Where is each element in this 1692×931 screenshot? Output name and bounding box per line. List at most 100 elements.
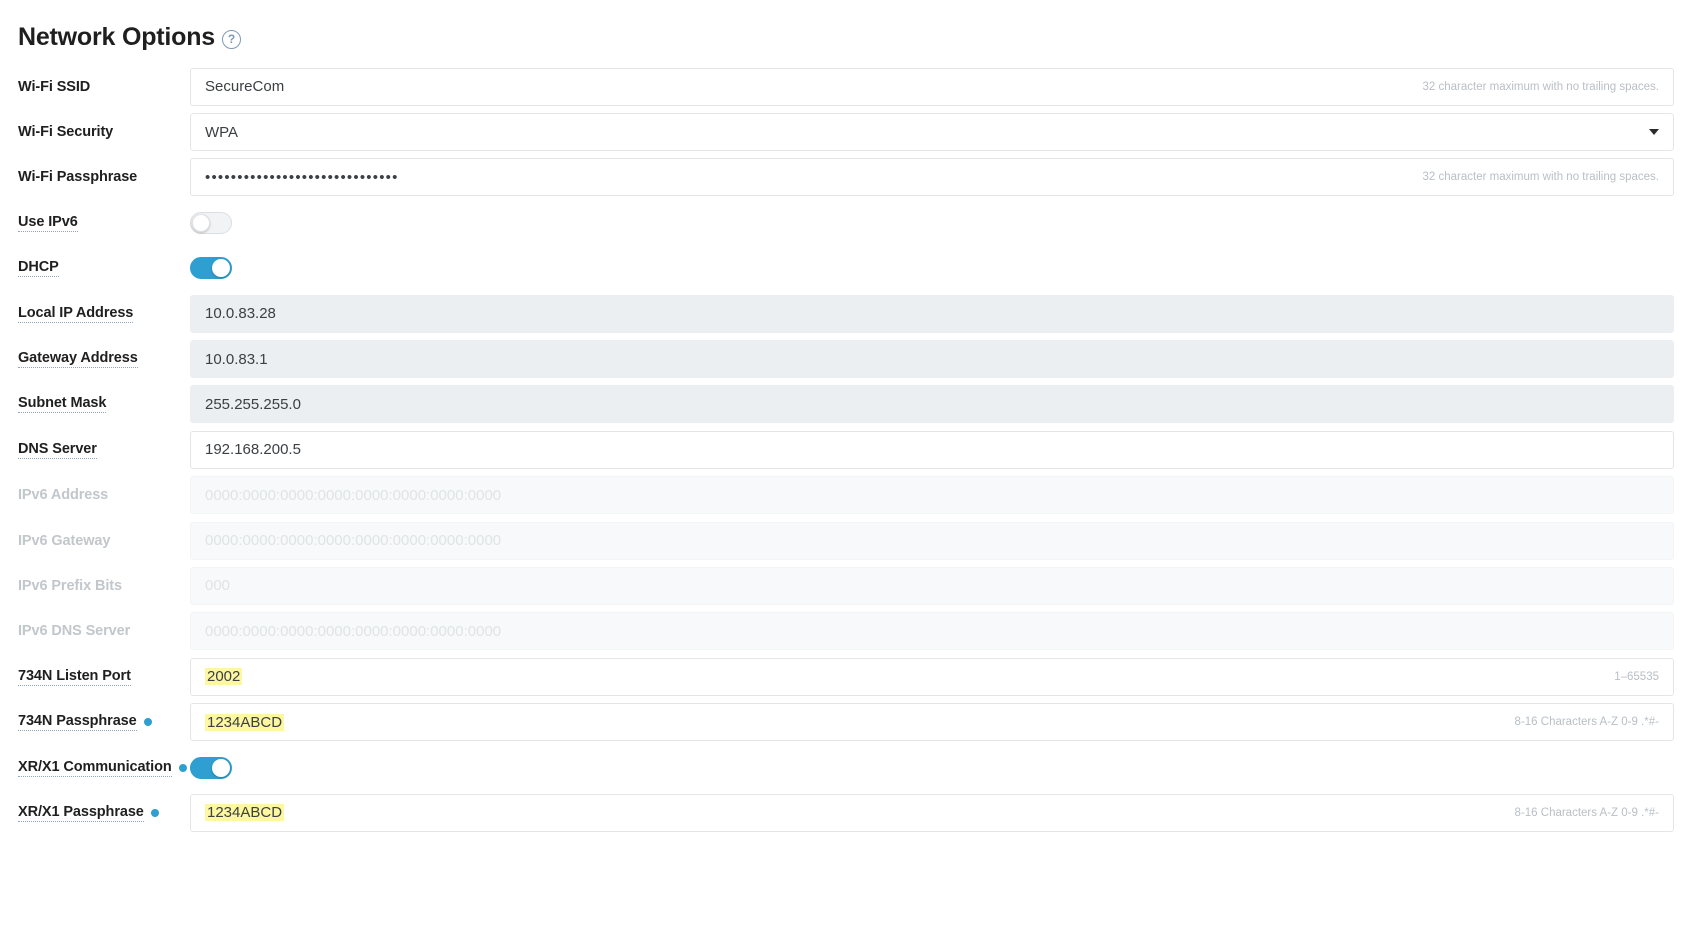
- blue-dot-icon: [143, 718, 152, 727]
- field-label-wi-fi-security: Wi-Fi Security: [18, 124, 190, 140]
- label-text[interactable]: 734N Passphrase: [18, 713, 137, 732]
- input-dns-server[interactable]: 192.168.200.5: [190, 430, 1674, 469]
- field-label-wi-fi-passphrase: Wi-Fi Passphrase: [18, 169, 190, 185]
- field-control-wi-fi-security: WPA: [190, 113, 1674, 152]
- label-text[interactable]: XR/X1 Passphrase: [18, 804, 144, 822]
- field-value: ••••••••••••••••••••••••••••••: [205, 168, 399, 186]
- input-local-ip-address: 10.0.83.28: [190, 294, 1674, 333]
- toggle-use-ipv6[interactable]: [190, 211, 232, 234]
- network-options-form: Wi-Fi SSID SecureCom 32 character maximum …: [0, 56, 1692, 836]
- label-text[interactable]: Use IPv6: [18, 214, 78, 232]
- field-placeholder: 0000:0000:0000:0000:0000:0000:0000:0000: [205, 486, 502, 504]
- form-row-ipv6-gateway: IPv6 Gateway 0000:0000:0000:0000:0000:000…: [18, 518, 1674, 563]
- field-placeholder: 000: [205, 577, 231, 595]
- field-placeholder: 0000:0000:0000:0000:0000:0000:0000:0000: [205, 622, 502, 640]
- field-label-ipv6-dns-server: IPv6 DNS Server: [18, 623, 190, 639]
- field-placeholder: 0000:0000:0000:0000:0000:0000:0000:0000: [205, 532, 502, 550]
- field-label-gateway-address: Gateway Address: [18, 350, 190, 369]
- label-text: IPv6 Prefix Bits: [18, 577, 122, 594]
- select-wi-fi-security[interactable]: WPA: [190, 113, 1674, 152]
- input-wi-fi-passphrase[interactable]: •••••••••••••••••••••••••••••• 32 charact…: [190, 158, 1674, 197]
- field-value: 192.168.200.5: [205, 441, 301, 459]
- field-value: 2002: [205, 668, 1602, 686]
- field-label-use-ipv6: Use IPv6: [18, 214, 190, 232]
- label-text[interactable]: 734N Listen Port: [18, 668, 131, 686]
- highlighted-value: 1234ABCD: [205, 713, 285, 731]
- form-row-dhcp: DHCP: [18, 246, 1674, 291]
- label-text[interactable]: Gateway Address: [18, 350, 138, 369]
- field-label-ipv6-prefix-bits: IPv6 Prefix Bits: [18, 578, 190, 594]
- form-row-wi-fi-passphrase: Wi-Fi Passphrase ••••••••••••••••••••••••…: [18, 155, 1674, 200]
- field-control-ipv6-prefix-bits: 000: [190, 566, 1674, 605]
- field-label-xr-x1-communication: XR/X1 Communication: [18, 759, 190, 777]
- input-734n-passphrase[interactable]: 1234ABCD 8-16 Characters A-Z 0-9 .*#-: [190, 703, 1674, 742]
- field-value: 1234ABCD: [205, 713, 1503, 731]
- field-control-xr-x1-communication: [190, 756, 1674, 779]
- form-row-subnet-mask: Subnet Mask 255.255.255.0: [18, 382, 1674, 427]
- field-control-wi-fi-ssid: SecureCom 32 character maximum with no tr…: [190, 67, 1674, 106]
- form-row-gateway-address: Gateway Address 10.0.83.1: [18, 336, 1674, 381]
- form-row-local-ip-address: Local IP Address 10.0.83.28: [18, 291, 1674, 336]
- input-ipv6-gateway: 0000:0000:0000:0000:0000:0000:0000:0000: [190, 521, 1674, 560]
- label-text: Wi-Fi Passphrase: [18, 169, 138, 186]
- field-hint: 8-16 Characters A-Z 0-9 .*#-: [1514, 806, 1659, 819]
- form-row-dns-server: DNS Server 192.168.200.5: [18, 427, 1674, 472]
- field-control-dns-server: 192.168.200.5: [190, 430, 1674, 469]
- field-label-ipv6-address: IPv6 Address: [18, 487, 190, 503]
- label-text: IPv6 Gateway: [18, 532, 111, 549]
- field-control-734n-listen-port: 2002 1–65535: [190, 657, 1674, 696]
- label-text: IPv6 Address: [18, 487, 109, 504]
- toggle-knob: [212, 259, 230, 278]
- toggle-xr-x1-communication[interactable]: [190, 756, 232, 779]
- form-row-734n-passphrase: 734N Passphrase 1234ABCD 8-16 Characters A…: [18, 699, 1674, 744]
- input-wi-fi-ssid[interactable]: SecureCom 32 character maximum with no tr…: [190, 67, 1674, 106]
- field-value: 10.0.83.1: [205, 350, 268, 368]
- field-label-dhcp: DHCP: [18, 259, 190, 278]
- field-control-dhcp: [190, 257, 1674, 280]
- label-text[interactable]: Subnet Mask: [18, 395, 106, 414]
- toggle-knob: [212, 758, 230, 777]
- field-label-xr-x1-passphrase: XR/X1 Passphrase: [18, 804, 190, 822]
- field-hint: 8-16 Characters A-Z 0-9 .*#-: [1514, 716, 1659, 729]
- label-text: Wi-Fi Security: [18, 124, 114, 141]
- label-text[interactable]: DNS Server: [18, 441, 97, 459]
- label-text: Wi-Fi SSID: [18, 78, 91, 95]
- field-control-use-ipv6: [190, 211, 1674, 234]
- label-text[interactable]: XR/X1 Communication: [18, 759, 172, 777]
- label-text[interactable]: DHCP: [18, 259, 59, 278]
- field-hint: 32 character maximum with no trailing sp…: [1422, 80, 1660, 93]
- field-label-734n-passphrase: 734N Passphrase: [18, 713, 190, 732]
- field-control-ipv6-gateway: 0000:0000:0000:0000:0000:0000:0000:0000: [190, 521, 1674, 560]
- field-value: SecureCom: [205, 78, 285, 96]
- help-circle-icon[interactable]: ?: [222, 29, 242, 49]
- input-ipv6-address: 0000:0000:0000:0000:0000:0000:0000:0000: [190, 476, 1674, 515]
- input-xr-x1-passphrase[interactable]: 1234ABCD 8-16 Characters A-Z 0-9 .*#-: [190, 793, 1674, 832]
- form-row-use-ipv6: Use IPv6: [18, 200, 1674, 245]
- input-ipv6-prefix-bits: 000: [190, 566, 1674, 605]
- field-value: 255.255.255.0: [205, 395, 301, 413]
- blue-dot-icon: [150, 808, 159, 817]
- form-row-xr-x1-passphrase: XR/X1 Passphrase 1234ABCD 8-16 Characters …: [18, 790, 1674, 835]
- form-row-wi-fi-security: Wi-Fi Security WPA: [18, 109, 1674, 154]
- toggle-dhcp[interactable]: [190, 257, 232, 280]
- field-label-subnet-mask: Subnet Mask: [18, 395, 190, 414]
- field-control-gateway-address: 10.0.83.1: [190, 340, 1674, 379]
- field-control-wi-fi-passphrase: •••••••••••••••••••••••••••••• 32 charact…: [190, 158, 1674, 197]
- field-label-local-ip-address: Local IP Address: [18, 305, 190, 323]
- field-control-xr-x1-passphrase: 1234ABCD 8-16 Characters A-Z 0-9 .*#-: [190, 793, 1674, 832]
- field-value: 1234ABCD: [205, 804, 1503, 822]
- network-options-page: Network Options ? Wi-Fi SSID SecureCom 32 …: [0, 0, 1692, 931]
- highlighted-value: 1234ABCD: [205, 804, 285, 822]
- input-734n-listen-port[interactable]: 2002 1–65535: [190, 657, 1674, 696]
- field-control-734n-passphrase: 1234ABCD 8-16 Characters A-Z 0-9 .*#-: [190, 703, 1674, 742]
- chevron-down-icon[interactable]: [1649, 129, 1659, 136]
- page-title: Network Options: [18, 22, 216, 51]
- field-label-dns-server: DNS Server: [18, 441, 190, 459]
- label-text[interactable]: Local IP Address: [18, 305, 133, 323]
- input-subnet-mask: 255.255.255.0: [190, 385, 1674, 424]
- field-control-ipv6-address: 0000:0000:0000:0000:0000:0000:0000:0000: [190, 476, 1674, 515]
- form-row-734n-listen-port: 734N Listen Port 2002 1–65535: [18, 654, 1674, 699]
- page-header: Network Options ?: [0, 0, 1692, 56]
- label-text: IPv6 DNS Server: [18, 623, 131, 640]
- field-label-ipv6-gateway: IPv6 Gateway: [18, 533, 190, 549]
